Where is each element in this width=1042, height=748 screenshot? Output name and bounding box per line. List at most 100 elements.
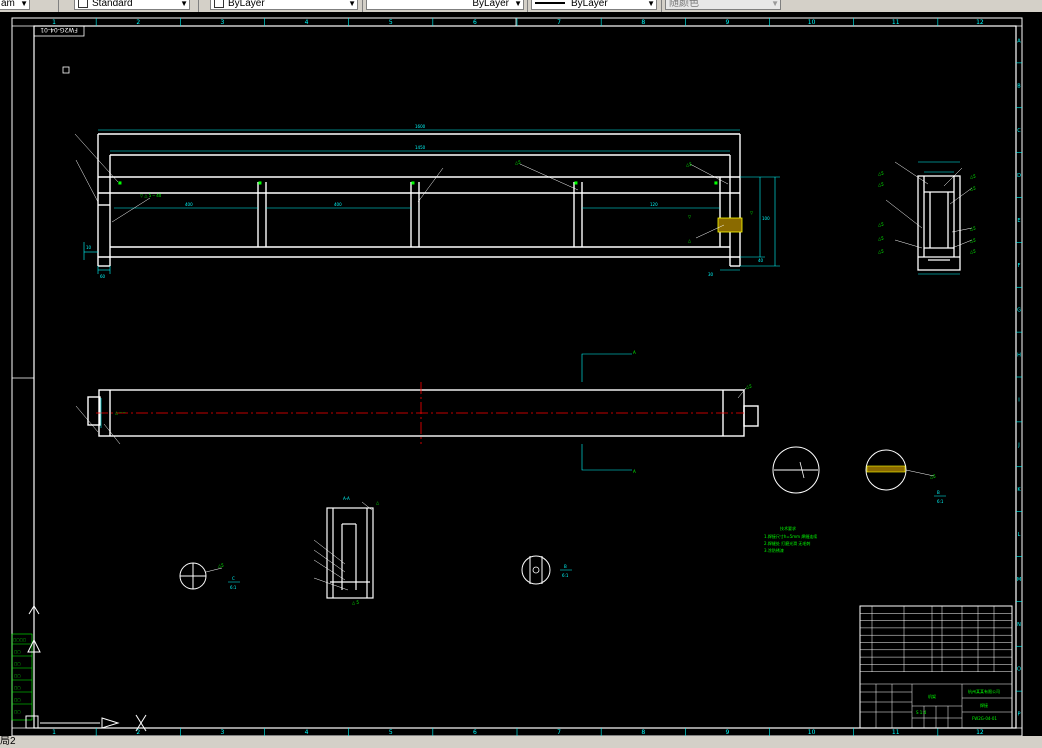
svg-text:△5: △5 [218, 563, 224, 568]
zone-row-label: L [1018, 532, 1021, 538]
technical-notes: 技术要求 1.焊接尺寸h=5mm 焊缝连续 2.焊缝处 打磨光滑 无毛刺 3.涂… [764, 525, 817, 553]
svg-text:400: 400 [185, 202, 193, 207]
svg-text:△5: △5 [970, 174, 976, 179]
zone-column-label: 8 [641, 19, 645, 26]
svg-text:杭州某某有限公司: 杭州某某有限公司 [968, 688, 1000, 694]
row-labels-right: A B C D E F G H I J K L M N O P [1017, 38, 1022, 717]
zone-column-label: 6 [473, 729, 477, 736]
zone-column-label: 8 [641, 729, 645, 736]
plot-style-dropdown[interactable]: 随颜色 ▼ [665, 0, 781, 10]
zone-column-label: 7 [557, 729, 561, 736]
svg-text:40: 40 [758, 258, 764, 263]
zone-column-label: 4 [305, 729, 309, 736]
svg-text:FW2G-04-01: FW2G-04-01 [972, 716, 997, 721]
zone-column-label: 7 [557, 19, 561, 26]
svg-text:■: ■ [258, 180, 262, 185]
dim-style-dropdown[interactable]: Standard ▼ [74, 0, 190, 10]
properties-toolbar: am ▼ Standard ▼ ByLayer ▼ ByLayer ▼ ByLayer ▼… [0, 0, 1042, 12]
svg-text:A: A [633, 350, 636, 355]
zone-row-label: K [1017, 487, 1021, 493]
svg-text:6:1: 6:1 [562, 573, 569, 578]
detail-c: △5 C 6:1 [179, 562, 240, 590]
dim-style-icon [78, 0, 88, 9]
svg-text:△5: △5 [746, 384, 752, 389]
layout-tab[interactable]: 局2 [0, 736, 16, 748]
drawing-canvas[interactable]: 1 2 3 4 5 6 7 8 9 10 11 12 1 2 3 4 5 6 7 8 9 10 11 12 ABCDEFGH… [0, 12, 1042, 748]
svg-text:△5: △5 [970, 249, 976, 254]
sheet-inner-border [33, 25, 1017, 729]
svg-text:焊接: 焊接 [980, 702, 988, 708]
zone-row-label: B [1017, 83, 1021, 89]
svg-text:□□: □□ [14, 686, 21, 690]
svg-text:△5: △5 [878, 171, 884, 176]
zone-column-label: 9 [726, 19, 730, 26]
zone-row-label: C [1017, 128, 1021, 134]
zone-row-label: M [1017, 577, 1021, 583]
sheet-outer-border [11, 17, 1023, 737]
color-control-dropdown[interactable]: ByLayer ▼ [210, 0, 358, 10]
toolbar-separator [58, 0, 59, 12]
left-side-widgets: □□□□ □□ □□ □□ □□ □□ □□ [11, 633, 33, 721]
zone-column-label: 10 [808, 19, 816, 26]
svg-text:机架: 机架 [928, 693, 936, 699]
zone-column-label: 1 [52, 729, 56, 736]
svg-text:▽: ▽ [688, 214, 692, 219]
drawing-number-rotated: FW2G-04-01 [40, 26, 78, 33]
svg-text:△5: △5 [686, 162, 692, 167]
svg-text:△: △ [376, 500, 380, 505]
svg-text:B: B [564, 564, 567, 569]
svg-text:△5: △5 [970, 226, 976, 231]
zone-row-label: H [1017, 353, 1021, 359]
zone-column-label: 3 [221, 729, 225, 736]
text-style-dropdown[interactable]: am ▼ [0, 0, 30, 10]
svg-text:A: A [633, 469, 636, 474]
svg-text:△5: △5 [878, 222, 884, 227]
svg-text:■: ■ [118, 180, 122, 185]
zone-row-label: I [1018, 397, 1019, 403]
svg-text:△5: △5 [930, 474, 936, 479]
svg-text:□□: □□ [14, 698, 21, 702]
zone-row-label: A [1017, 38, 1021, 44]
svg-text:△ 5: △ 5 [352, 600, 359, 605]
svg-text:△5: △5 [878, 249, 884, 254]
zone-column-label: 12 [976, 19, 984, 26]
svg-text:S 1:4: S 1:4 [916, 710, 927, 715]
toolbar-separator [527, 0, 528, 12]
top-view: △ ─ ─ △5 A A [75, 350, 759, 474]
title-block: 机架 杭州某某有限公司 焊接 FW2G-04-01 S 1:4 [859, 605, 1013, 729]
zone-row-label: N [1017, 622, 1021, 628]
svg-text:400: 400 [334, 202, 342, 207]
linetype-control-dropdown[interactable]: ByLayer ▼ [366, 0, 524, 10]
toolbar-separator [362, 0, 363, 12]
zone-row-label: G [1017, 308, 1021, 314]
svg-text:□□: □□ [14, 710, 21, 714]
svg-text:■: ■ [574, 180, 578, 185]
svg-text:■: ■ [714, 180, 718, 185]
svg-text:▽: ▽ [750, 210, 754, 215]
svg-text:1.焊接尺寸h=5mm 焊缝连续: 1.焊接尺寸h=5mm 焊缝连续 [764, 533, 817, 539]
zone-column-label: 12 [976, 729, 984, 736]
chevron-down-icon: ▼ [647, 0, 655, 8]
svg-text:2.焊缝处 打磨光滑 无毛刺: 2.焊缝处 打磨光滑 无毛刺 [764, 540, 810, 546]
svg-text:60: 60 [100, 274, 106, 279]
zone-row-label: P [1017, 712, 1020, 718]
svg-text:■: ■ [411, 180, 415, 185]
svg-text:△5: △5 [970, 186, 976, 191]
zone-column-label: 11 [892, 729, 900, 736]
zone-column-label: 3 [221, 19, 225, 26]
chevron-down-icon: ▼ [348, 0, 356, 8]
svg-text:△5: △5 [878, 236, 884, 241]
detail-circles: △5 B 6:1 [772, 446, 946, 504]
zone-column-label: 9 [726, 729, 730, 736]
zone-column-label: 4 [305, 19, 309, 26]
detail-b-small: B 6:1 [521, 555, 572, 585]
lineweight-control-dropdown[interactable]: ByLayer ▼ [531, 0, 657, 10]
zone-row-label: D [1017, 173, 1021, 179]
zone-column-label: 11 [892, 19, 900, 26]
svg-text:10: 10 [86, 245, 92, 250]
pickbox-square [62, 66, 70, 74]
svg-text:C: C [232, 576, 235, 581]
side-view: △5 △5 △5 △5 △5 △5 △5 △5 △5 △5 [878, 161, 976, 275]
svg-text:▽ △ 5 ─ 40: ▽ △ 5 ─ 40 [140, 193, 162, 198]
zone-column-label: 1 [52, 19, 56, 26]
